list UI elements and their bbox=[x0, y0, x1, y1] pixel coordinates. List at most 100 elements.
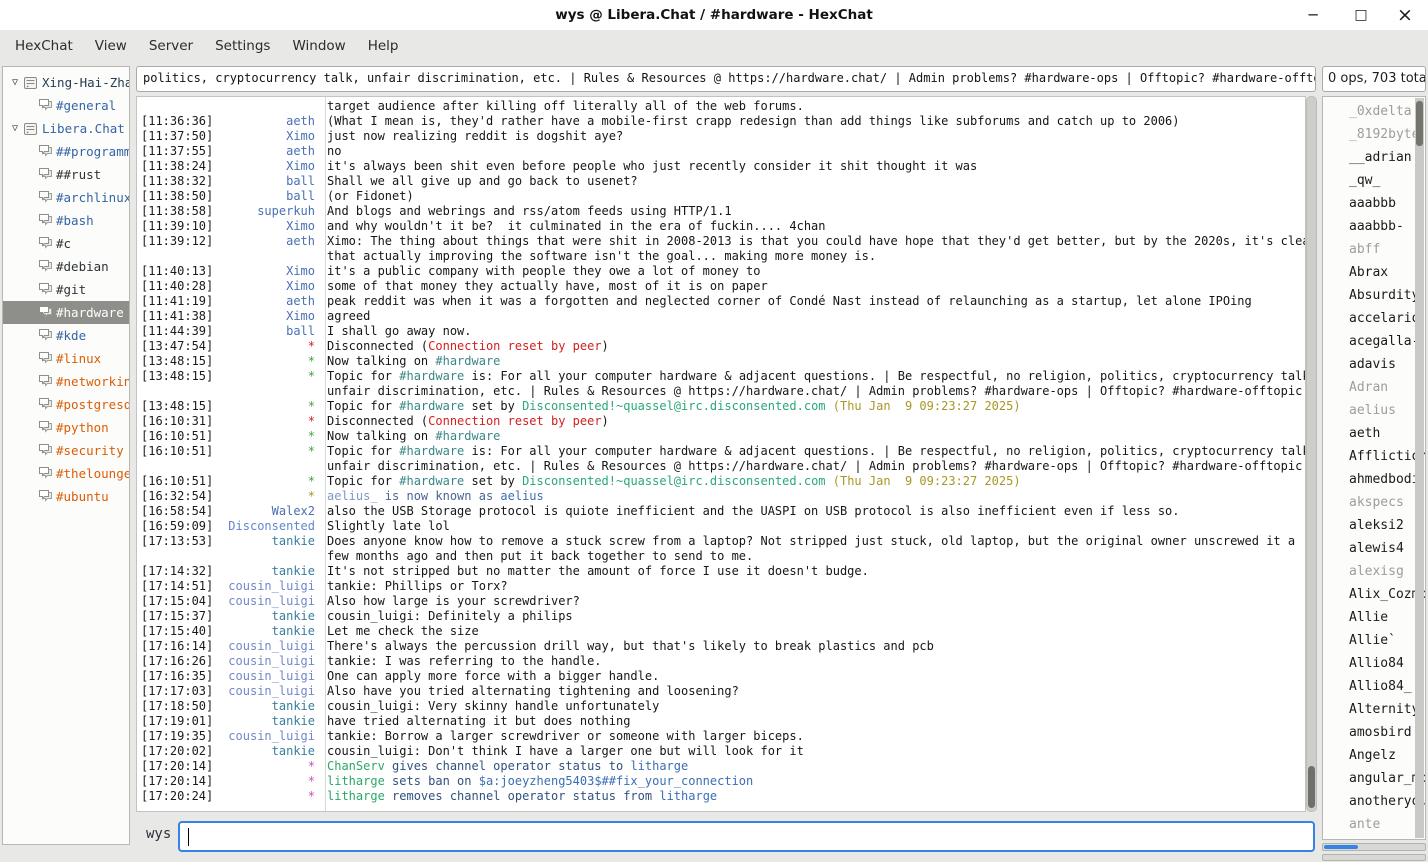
menu-window[interactable]: Window bbox=[281, 33, 356, 59]
channel-item--thelounge[interactable]: #thelounge bbox=[3, 462, 129, 485]
message-text: (What I mean is, they'd rather have a mo… bbox=[320, 114, 1305, 129]
maximize-icon[interactable]: □ bbox=[1346, 0, 1376, 30]
userlist-scrollbar-thumb[interactable] bbox=[1416, 101, 1423, 146]
expander-icon[interactable]: ▽ bbox=[7, 77, 23, 88]
channel-item--python[interactable]: #python bbox=[3, 416, 129, 439]
user-item[interactable]: Allie` bbox=[1323, 629, 1425, 652]
user-item[interactable]: adavis bbox=[1323, 353, 1425, 376]
chat-line: [17:16:35]cousin_luigiOne can apply more… bbox=[137, 669, 1305, 684]
user-item[interactable]: anotheryou bbox=[1323, 790, 1425, 813]
menu-server[interactable]: Server bbox=[138, 33, 204, 59]
user-item[interactable]: Alix_Cozmo bbox=[1323, 583, 1425, 606]
message-text: aelius_ is now known as aelius bbox=[320, 489, 1305, 504]
user-item[interactable]: aaabbb- bbox=[1323, 215, 1425, 238]
channel-item--bash[interactable]: #bash bbox=[3, 209, 129, 232]
user-item[interactable]: ahmedbodi bbox=[1323, 468, 1425, 491]
userlist-header: 0 ops, 703 total bbox=[1322, 66, 1426, 92]
chat-line: [17:20:02]tankiecousin_luigi: Don't thin… bbox=[137, 744, 1305, 759]
own-nick-label[interactable]: wys bbox=[146, 826, 171, 842]
timestamp: [11:40:28] bbox=[137, 279, 217, 294]
user-item[interactable]: Alternity bbox=[1323, 698, 1425, 721]
server-item-Libera-Chat[interactable]: ▽Libera.Chat bbox=[3, 117, 129, 140]
user-item[interactable]: abff bbox=[1323, 238, 1425, 261]
channel-item--postgresql[interactable]: #postgresql bbox=[3, 393, 129, 416]
user-item[interactable]: aelius bbox=[1323, 399, 1425, 422]
menu-hexchat[interactable]: HexChat bbox=[4, 33, 84, 59]
message-text: Topic for #hardware is: For all your com… bbox=[320, 369, 1305, 384]
chat-scrollbar[interactable] bbox=[1306, 96, 1317, 812]
user-item[interactable]: amosbird bbox=[1323, 721, 1425, 744]
channel-item--git[interactable]: #git bbox=[3, 278, 129, 301]
user-item[interactable]: Allie bbox=[1323, 606, 1425, 629]
channel-item--programming[interactable]: ##programming bbox=[3, 140, 129, 163]
nick: * bbox=[217, 399, 320, 414]
userlist-scrollbar[interactable] bbox=[1415, 98, 1424, 838]
minimize-icon[interactable]: ─ bbox=[1298, 0, 1328, 30]
chat-line: [16:58:54]Walex2also the USB Storage pro… bbox=[137, 504, 1305, 519]
channel-item--rust[interactable]: ##rust bbox=[3, 163, 129, 186]
user-item[interactable]: ante bbox=[1323, 813, 1425, 836]
user-item[interactable]: Absurdity bbox=[1323, 284, 1425, 307]
channel-item--general[interactable]: #general bbox=[3, 94, 129, 117]
user-item[interactable]: aleksi2 bbox=[1323, 514, 1425, 537]
user-item[interactable]: angular_mo bbox=[1323, 767, 1425, 790]
chat-line: [11:36:36]aeth(What I mean is, they'd ra… bbox=[137, 114, 1305, 129]
user-item[interactable]: aaabbb bbox=[1323, 192, 1425, 215]
channel-item--linux[interactable]: #linux bbox=[3, 347, 129, 370]
chat-line: target audience after killing off litera… bbox=[137, 99, 1305, 114]
chat-line: [16:10:51]*Topic for #hardware set by Di… bbox=[137, 474, 1305, 489]
menu-view[interactable]: View bbox=[84, 33, 138, 59]
channel-item--ubuntu[interactable]: #ubuntu bbox=[3, 485, 129, 508]
channel-icon bbox=[37, 351, 56, 366]
chat-line: [17:16:26]cousin_luigitankie: I was refe… bbox=[137, 654, 1305, 669]
user-item[interactable]: aeth bbox=[1323, 422, 1425, 445]
message-input[interactable] bbox=[178, 821, 1315, 852]
menu-settings[interactable]: Settings bbox=[204, 33, 281, 59]
nick: * bbox=[217, 339, 320, 354]
menu-help[interactable]: Help bbox=[357, 33, 410, 59]
tree-item-label: #security bbox=[56, 443, 129, 458]
message-text: Disconnected (Connection reset by peer) bbox=[320, 414, 1305, 429]
user-item[interactable]: Allio84 bbox=[1323, 652, 1425, 675]
user-item[interactable]: akspecs bbox=[1323, 491, 1425, 514]
user-item[interactable]: Allio84_ bbox=[1323, 675, 1425, 698]
close-icon[interactable]: × bbox=[1390, 0, 1420, 30]
user-item[interactable]: acegalla- bbox=[1323, 330, 1425, 353]
channel-item--debian[interactable]: #debian bbox=[3, 255, 129, 278]
user-item[interactable]: _qw_ bbox=[1323, 169, 1425, 192]
user-item[interactable]: Affliction bbox=[1323, 445, 1425, 468]
user-item[interactable]: _8192byte bbox=[1323, 123, 1425, 146]
tree-item-label: #archlinux bbox=[56, 190, 129, 205]
nick: tankie bbox=[217, 744, 320, 759]
window-title: wys @ Libera.Chat / #hardware - HexChat bbox=[0, 0, 1428, 30]
expander-icon[interactable]: ▽ bbox=[7, 123, 23, 134]
message-text: cousin_luigi: Definitely a philips bbox=[320, 609, 1305, 624]
chat-line: [13:48:15]*Topic for #hardware set by Di… bbox=[137, 399, 1305, 414]
channel-item--security[interactable]: #security bbox=[3, 439, 129, 462]
user-item[interactable]: Angelz bbox=[1323, 744, 1425, 767]
message-text: that actually improving the software isn… bbox=[320, 249, 1305, 264]
chat-line: [17:15:40]tankieLet me check the size bbox=[137, 624, 1305, 639]
user-item[interactable]: __adrian bbox=[1323, 146, 1425, 169]
chat-scrollbar-thumb[interactable] bbox=[1308, 766, 1315, 808]
nick: cousin_luigi bbox=[217, 594, 320, 609]
user-item[interactable]: alewis4 bbox=[1323, 537, 1425, 560]
channel-item--kde[interactable]: #kde bbox=[3, 324, 129, 347]
chat-line: [17:17:03]cousin_luigiAlso have you trie… bbox=[137, 684, 1305, 699]
timestamp: [13:48:15] bbox=[137, 399, 217, 414]
user-item[interactable]: Abrax bbox=[1323, 261, 1425, 284]
user-item[interactable]: alexisg bbox=[1323, 560, 1425, 583]
channel-item--archlinux[interactable]: #archlinux bbox=[3, 186, 129, 209]
topic-bar[interactable]: politics, cryptocurrency talk, unfair di… bbox=[136, 66, 1316, 92]
user-item[interactable]: _0xdelta bbox=[1323, 100, 1425, 123]
user-item[interactable]: Adran bbox=[1323, 376, 1425, 399]
channel-item--networking[interactable]: #networking bbox=[3, 370, 129, 393]
nick bbox=[217, 249, 320, 264]
user-item[interactable]: accelario bbox=[1323, 307, 1425, 330]
channel-item--c[interactable]: #c bbox=[3, 232, 129, 255]
timestamp bbox=[137, 249, 217, 264]
nick bbox=[217, 549, 320, 564]
server-item-Xing-Hai-Zhan[interactable]: ▽Xing-Hai-Zhan bbox=[3, 71, 129, 94]
channel-item--hardware[interactable]: #hardware bbox=[3, 301, 129, 324]
channel-icon bbox=[37, 98, 56, 113]
